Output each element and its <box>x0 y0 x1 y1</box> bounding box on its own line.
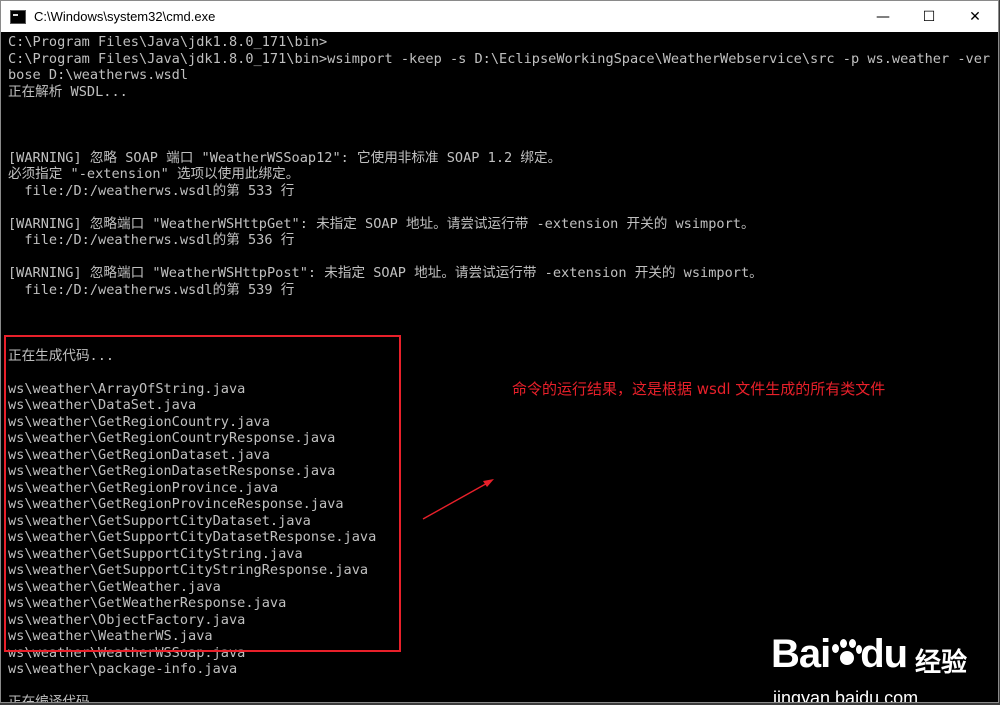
watermark-url: jingyan.baidu.com <box>773 688 919 703</box>
console-line: 正在编译代码... <box>8 694 115 703</box>
close-button[interactable]: ✕ <box>952 1 998 32</box>
console-line: 正在解析 WSDL... <box>8 83 128 100</box>
console-line: C:\Program Files\Java\jdk1.8.0_171\bin> <box>8 34 328 50</box>
console-output[interactable]: 正在编译代码... ws\weather\package-info.java ws\… <box>1 32 998 702</box>
console-line: file:/D:/weatherws.wsdl的第 539 行 <box>8 281 295 298</box>
console-line: ws\weather\package-info.java <box>8 661 238 677</box>
console-line: file:/D:/weatherws.wsdl的第 536 行 <box>8 232 295 248</box>
paw-icon <box>830 639 863 669</box>
window-controls: — ☐ ✕ <box>860 1 998 32</box>
console-line: [WARNING] 忽略端口 "WeatherWSHttpGet": 未指定 S… <box>8 215 755 232</box>
highlight-box <box>4 335 401 652</box>
maximize-button[interactable]: ☐ <box>906 1 952 32</box>
baidu-watermark: Bai du 经验 jingyan.baidu.com <box>771 632 998 703</box>
annotation-arrow-icon <box>422 479 494 520</box>
cmd-app-icon[interactable] <box>10 9 26 24</box>
window-title: C:\Windows\system32\cmd.exe <box>34 9 216 24</box>
cmd-window: C:\Windows\system32\cmd.exe — ☐ ✕ 正在编译代码… <box>0 0 999 703</box>
minimize-button[interactable]: — <box>860 1 906 32</box>
watermark-logo: Bai du <box>771 632 908 676</box>
annotation-text: 命令的运行结果，这是根据 wsdl 文件生成的所有类文件 <box>512 380 886 398</box>
console-line: [WARNING] 忽略 SOAP 端口 "WeatherWSSoap12": … <box>8 149 562 166</box>
console-line: 必须指定 "-extension" 选项以使用此绑定。 <box>8 166 300 182</box>
console-line: C:\Program Files\Java\jdk1.8.0_171\bin>w… <box>8 50 991 67</box>
watermark-jingyan: 经验 <box>915 648 968 678</box>
console-line: bose D:\weatherws.wsdl <box>8 67 189 83</box>
console-line: [WARNING] 忽略端口 "WeatherWSHttpPost": 未指定 … <box>8 265 763 281</box>
console-line: file:/D:/weatherws.wsdl的第 533 行 <box>8 182 295 199</box>
title-bar[interactable]: C:\Windows\system32\cmd.exe — ☐ ✕ <box>1 1 998 32</box>
